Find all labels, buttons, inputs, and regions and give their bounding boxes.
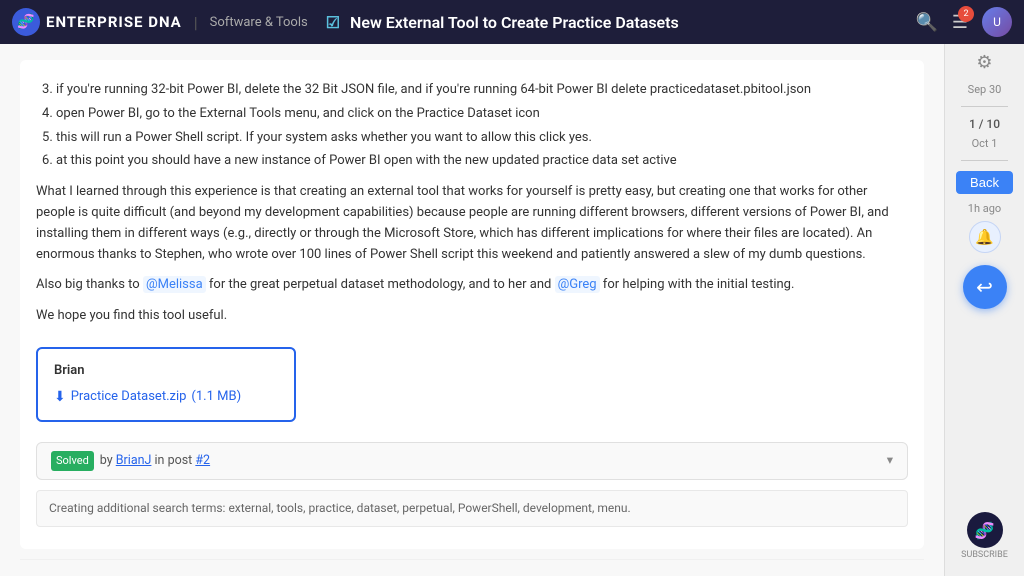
solved-link[interactable]: BrianJ: [116, 453, 152, 468]
attachment-download-link[interactable]: ⬇ Practice Dataset.zip (1.1 MB): [54, 386, 278, 408]
solved-chevron-down-icon[interactable]: ▾: [887, 451, 893, 471]
solved-box: Solved by BrianJ in post #2 ▾: [36, 442, 908, 480]
attachment-owner-name: Brian: [54, 361, 278, 382]
sidebar-divider-1: [961, 106, 1008, 107]
attachment-filename: Practice Dataset.zip: [71, 387, 187, 408]
paragraph-2: Also big thanks to @Melissa for the grea…: [36, 275, 908, 296]
solved-text: by BrianJ in post #2: [100, 451, 210, 471]
step-3: if you're running 32-bit Power BI, delet…: [56, 80, 908, 101]
logo-area: 🧬 ENTERPRISE DNA: [12, 8, 182, 36]
content-area: if you're running 32-bit Power BI, delet…: [0, 44, 944, 576]
subscribe-logo-icon[interactable]: 🧬: [967, 512, 1003, 548]
sidebar-start-date: Sep 30: [968, 83, 1002, 96]
notification-bell-button[interactable]: 🔔: [969, 221, 1001, 253]
nav-icons: 🔍 ☰ 2 U: [915, 7, 1012, 37]
brand-name: ENTERPRISE DNA: [46, 13, 182, 31]
solved-inner: Solved by BrianJ in post #2: [51, 451, 210, 471]
attachment-size: (1.1 MB): [191, 387, 241, 408]
main-layout: if you're running 32-bit Power BI, delet…: [0, 44, 1024, 576]
step-6: at this point you should have a new inst…: [56, 151, 908, 172]
fab-action-button[interactable]: ↩: [963, 265, 1007, 309]
user-avatar[interactable]: U: [982, 7, 1012, 37]
top-navigation: 🧬 ENTERPRISE DNA | Software & Tools ☑ Ne…: [0, 0, 1024, 44]
notification-badge: 2: [958, 6, 974, 22]
settings-icon[interactable]: ⚙: [976, 52, 992, 73]
paragraph-3: We hope you find this tool useful.: [36, 306, 908, 327]
step-4: open Power BI, go to the External Tools …: [56, 104, 908, 125]
back-button[interactable]: Back: [956, 171, 1013, 194]
search-button[interactable]: 🔍: [915, 12, 937, 33]
page-title: ☑ New External Tool to Create Practice D…: [326, 13, 906, 32]
nav-subtitle: Software & Tools: [210, 15, 308, 30]
sidebar-pagination: 1 / 10: [969, 117, 1000, 131]
mention-melissa[interactable]: @Melissa: [143, 276, 206, 293]
right-sidebar: ⚙ Sep 30 1 / 10 Oct 1 Back 1h ago 🔔 ↩ 🧬 …: [944, 44, 1024, 576]
notification-button[interactable]: ☰ 2: [952, 12, 968, 33]
subscribe-area: 🧬 SUBSCRIBE: [961, 512, 1008, 568]
logo-icon: 🧬: [12, 8, 40, 36]
checkbox-icon: ☑: [326, 13, 340, 32]
post-footer: 9 ♥ ✎ ··· ↩ Reply: [20, 559, 924, 576]
post-body: if you're running 32-bit Power BI, delet…: [20, 60, 924, 549]
mention-greg[interactable]: @Greg: [555, 276, 600, 293]
download-icon: ⬇: [54, 386, 66, 408]
reply-button[interactable]: ↩ Reply: [843, 570, 920, 576]
subscribe-label[interactable]: SUBSCRIBE: [961, 550, 1008, 560]
attachment-box: Brian ⬇ Practice Dataset.zip (1.1 MB): [36, 347, 296, 422]
search-terms-values: external, tools, practice, dataset, perp…: [228, 501, 630, 515]
step-5: this will run a Power Shell script. If y…: [56, 128, 908, 149]
sidebar-time-ago: 1h ago: [968, 202, 1001, 215]
solved-post-link[interactable]: #2: [195, 453, 210, 468]
solved-check-badge: Solved: [51, 451, 94, 471]
sidebar-page-date: Oct 1: [972, 137, 998, 150]
sidebar-divider-2: [961, 160, 1008, 161]
search-terms-box: Creating additional search terms: extern…: [36, 490, 908, 527]
paragraph-1: What I learned through this experience i…: [36, 182, 908, 265]
search-terms-label: Creating additional search terms:: [49, 501, 225, 515]
nav-divider: |: [194, 13, 198, 32]
steps-list: if you're running 32-bit Power BI, delet…: [56, 80, 908, 172]
